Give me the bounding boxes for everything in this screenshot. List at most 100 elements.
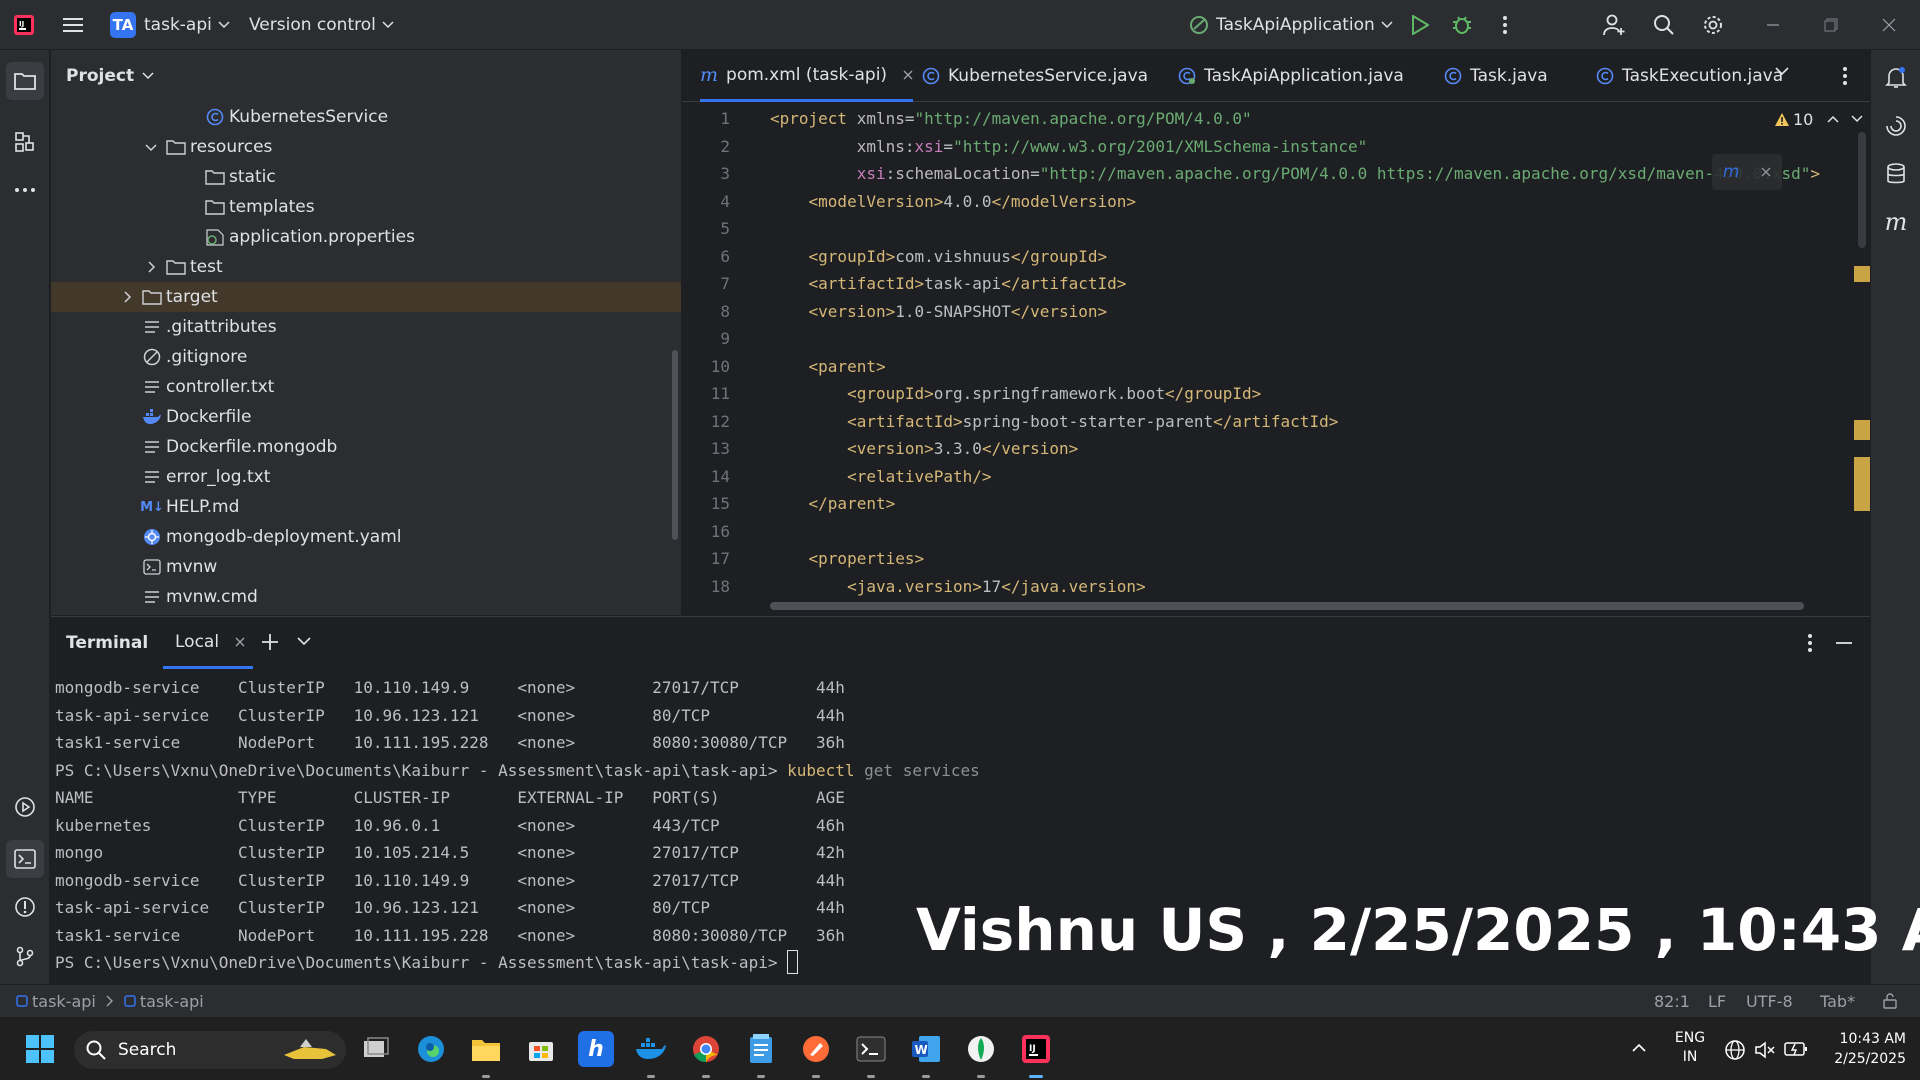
chrome-browser-icon[interactable] <box>688 1031 724 1067</box>
show-hidden-icons-chevron[interactable] <box>1632 1043 1646 1052</box>
close-tab-icon[interactable] <box>903 70 913 80</box>
chevron-down-icon[interactable] <box>142 138 160 156</box>
cursor-position[interactable]: 82:1 <box>1654 985 1690 1017</box>
word-icon[interactable]: W <box>908 1031 944 1067</box>
tree-item-kubernetesservice[interactable]: KubernetesService <box>51 102 681 132</box>
project-switcher[interactable]: TA task-api <box>110 0 230 50</box>
tree-item-dockerfile-mongodb[interactable]: Dockerfile.mongodb <box>51 432 681 462</box>
chevron-right-icon[interactable] <box>142 258 160 276</box>
editor-tab-pom[interactable]: m pom.xml (task-api) <box>700 50 914 102</box>
structure-tool-icon[interactable] <box>11 128 39 156</box>
terminal-tool-icon[interactable] <box>6 840 44 878</box>
tree-item-mvnw-cmd[interactable]: mvnw.cmd <box>51 582 681 612</box>
services-tool-icon[interactable] <box>11 793 39 821</box>
docker-desktop-icon[interactable] <box>633 1031 669 1067</box>
more-actions-icon[interactable] <box>1493 13 1517 37</box>
warning-marker[interactable] <box>1854 457 1870 511</box>
breadcrumb-item[interactable]: task-api <box>140 992 204 1011</box>
search-icon[interactable] <box>1652 13 1676 37</box>
tabs-dropdown-icon[interactable] <box>1774 66 1790 88</box>
close-window-icon[interactable] <box>1877 13 1901 37</box>
tree-item-controller-txt[interactable]: controller.txt <box>51 372 681 402</box>
taskbar-clock[interactable]: 10:43 AM 2/25/2025 <box>1816 1029 1906 1069</box>
postman-icon[interactable] <box>798 1031 834 1067</box>
database-icon[interactable] <box>1882 160 1910 188</box>
chevron-right-icon[interactable] <box>118 288 136 306</box>
breadcrumb-item[interactable]: task-api <box>32 992 96 1011</box>
indent-setting[interactable]: Tab* <box>1820 985 1855 1017</box>
battery-charging-icon[interactable] <box>1784 1041 1808 1057</box>
editor-more-icon[interactable] <box>1842 66 1848 86</box>
editor-tab-taskexecution[interactable]: TaskExecution.java <box>1596 50 1783 102</box>
task-view-icon[interactable] <box>358 1031 394 1067</box>
problems-tool-icon[interactable] <box>11 893 39 921</box>
file-encoding[interactable]: UTF-8 <box>1746 985 1793 1017</box>
tree-item-help-md[interactable]: M↓ HELP.md <box>51 492 681 522</box>
run-config-selector[interactable]: TaskApiApplication <box>1188 0 1393 50</box>
editor-vertical-scrollbar[interactable] <box>1858 132 1866 248</box>
tree-item-gitattributes[interactable]: .gitattributes <box>51 312 681 342</box>
terminal-dropdown-icon[interactable] <box>297 637 311 646</box>
file-explorer-icon[interactable] <box>468 1031 504 1067</box>
tree-item-target[interactable]: target <box>51 282 681 312</box>
tree-item-dockerfile[interactable]: Dockerfile <box>51 402 681 432</box>
warning-marker[interactable] <box>1854 420 1870 440</box>
ai-assistant-icon[interactable] <box>1882 112 1910 140</box>
terminal-tab-local[interactable]: Local <box>163 617 254 669</box>
project-tool-icon[interactable] <box>6 62 44 100</box>
editor-tab-task[interactable]: Task.java <box>1444 50 1548 102</box>
lock-icon[interactable] <box>1882 993 1898 1009</box>
volume-muted-icon[interactable] <box>1754 1039 1776 1061</box>
windows-terminal-icon[interactable] <box>853 1031 889 1067</box>
editor-horizontal-scrollbar[interactable] <box>770 602 1804 610</box>
notifications-icon[interactable] <box>1882 64 1910 92</box>
intellij-idea-icon[interactable]: IJ <box>1018 1031 1054 1067</box>
add-user-icon[interactable] <box>1602 13 1626 37</box>
git-tool-icon[interactable] <box>11 942 39 970</box>
version-control-menu[interactable]: Version control <box>249 0 394 50</box>
minimize-icon[interactable] <box>1761 13 1785 37</box>
tree-item-gitignore[interactable]: .gitignore <box>51 342 681 372</box>
tree-item-static[interactable]: static <box>51 162 681 192</box>
maven-reload-popup[interactable]: m <box>1712 154 1782 190</box>
tree-item-test[interactable]: test <box>51 252 681 282</box>
terminal-input-line[interactable]: PS C:\Users\Vxnu\OneDrive\Documents\Kaib… <box>55 949 799 976</box>
windows-start-icon[interactable] <box>22 1031 58 1067</box>
restore-icon[interactable] <box>1819 13 1843 37</box>
close-icon[interactable] <box>1761 167 1771 177</box>
code-area[interactable]: 1 <project xmlns="http://maven.apache.org… <box>682 105 1870 605</box>
edge-browser-icon[interactable] <box>413 1031 449 1067</box>
more-tools-icon[interactable] <box>11 176 39 204</box>
hide-panel-icon[interactable] <box>1835 641 1853 645</box>
notepad-icon[interactable] <box>743 1031 779 1067</box>
taskbar-search[interactable]: Search <box>74 1031 346 1069</box>
tree-item-resources[interactable]: resources <box>51 132 681 162</box>
debug-icon[interactable] <box>1450 13 1474 37</box>
project-view-selector[interactable]: Project <box>66 50 154 102</box>
input-language-indicator[interactable]: ENG IN <box>1670 1029 1710 1067</box>
tree-item-application-properties[interactable]: application.properties <box>51 222 681 252</box>
previous-warning-icon[interactable] <box>1827 115 1839 123</box>
editor-tab-kubernetesservice[interactable]: KubernetesService.java <box>922 50 1148 102</box>
tree-item-mvnw[interactable]: mvnw <box>51 552 681 582</box>
run-icon[interactable] <box>1408 13 1432 37</box>
mongodb-compass-icon[interactable] <box>963 1031 999 1067</box>
intellij-logo-icon[interactable]: IJ <box>12 13 36 37</box>
project-scrollbar[interactable] <box>671 102 679 615</box>
terminal-options-icon[interactable] <box>1807 633 1813 653</box>
line-ending[interactable]: LF <box>1708 985 1726 1017</box>
maven-icon[interactable]: m <box>1882 208 1910 236</box>
tree-item-mongodb-deployment-yaml[interactable]: mongodb-deployment.yaml <box>51 522 681 552</box>
microsoft-store-icon[interactable] <box>523 1031 559 1067</box>
tree-item-templates[interactable]: templates <box>51 192 681 222</box>
settings-gear-icon[interactable] <box>1701 13 1725 37</box>
next-warning-icon[interactable] <box>1851 115 1863 123</box>
maven-reload-icon[interactable]: m <box>1723 162 1740 182</box>
network-globe-icon[interactable] <box>1724 1039 1746 1061</box>
inspection-widget[interactable]: 10 <box>1770 108 1868 130</box>
tree-item-error-log-txt[interactable]: error_log.txt <box>51 462 681 492</box>
new-terminal-icon[interactable] <box>261 633 279 651</box>
editor-tab-taskapiapplication[interactable]: TaskApiApplication.java <box>1178 50 1404 102</box>
hotstar-app-icon[interactable]: h <box>578 1031 614 1067</box>
warning-marker[interactable] <box>1854 266 1870 282</box>
